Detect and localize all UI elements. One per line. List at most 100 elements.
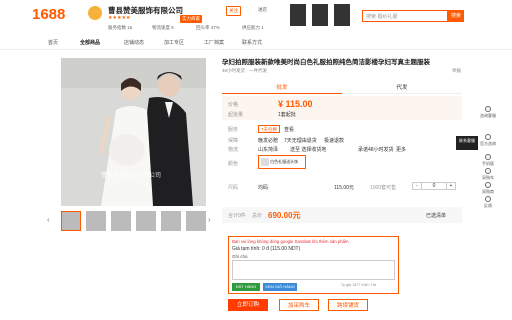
- ext-comment-textarea[interactable]: [232, 260, 395, 280]
- promo-thumb-1[interactable]: [290, 4, 306, 26]
- metric-supply: 供应能力 1: [242, 25, 264, 30]
- promo-thumb-2[interactable]: [312, 4, 328, 26]
- feedback-icon: [485, 196, 491, 202]
- service-more-link[interactable]: 查看: [284, 126, 294, 133]
- summary-total: 690.00元: [268, 211, 301, 220]
- qty-input[interactable]: 0: [422, 182, 446, 190]
- qty-minus-button[interactable]: -: [412, 182, 422, 190]
- selected-list-toggle[interactable]: 已选清单: [426, 212, 446, 219]
- ext-rate: Tỷ giá: 3477 Vnđ / 1 tệ: [341, 283, 377, 287]
- thumb-4[interactable]: [136, 211, 156, 231]
- shop-nav: 首页 全部商品 店铺动态 加工专区 工厂档案 联系方式: [0, 36, 512, 50]
- tab-dropship[interactable]: 代发: [342, 82, 462, 94]
- ext-add-button[interactable]: ĐẶT HÀNG: [232, 283, 260, 291]
- order-extension-panel: Bạn vui lòng không dùng google translate…: [228, 236, 399, 294]
- service-tag[interactable]: 7天包换: [258, 125, 281, 133]
- metric-service: 服务指数 16: [108, 25, 133, 30]
- ext-price-estimate: Giá tạm tính: 0 đ (115.00 NDT): [232, 246, 301, 252]
- tab-wholesale[interactable]: 批发: [222, 82, 342, 94]
- sidebar-item-cart[interactable]: 采购车: [478, 168, 498, 181]
- color-option-label: 白色礼服送头饰: [270, 159, 299, 165]
- purchase-tabs: 批发 代发: [222, 82, 462, 94]
- nav-processing[interactable]: 加工专区: [164, 39, 184, 46]
- cross-border-button[interactable]: 跨境铺货: [328, 299, 368, 311]
- buy-now-button[interactable]: 立即订购: [228, 299, 268, 311]
- size-price: 115.00元: [334, 185, 354, 191]
- tag-strength: 实力商家: [180, 15, 202, 23]
- sidebar-item-feedback[interactable]: 反馈: [478, 196, 498, 209]
- sidebar-item-official[interactable]: 官方咨询: [478, 134, 498, 147]
- size-stock: 1000套可售: [370, 185, 397, 191]
- guarantee-2: 7天无理由退货: [284, 138, 317, 144]
- metric-logistics: 物流速度 5: [152, 25, 174, 30]
- sidebar-tooltip: 联系客服: [456, 136, 478, 150]
- image-watermark: 曹县赞美服饰有限公司: [101, 173, 162, 179]
- guarantee-3: 极速退款: [324, 138, 345, 144]
- nav-factory[interactable]: 工厂档案: [204, 39, 224, 46]
- chat-icon: [485, 106, 491, 112]
- phone-icon: [485, 154, 491, 160]
- min-order-label: 起批量: [228, 112, 244, 118]
- color-label: 颜色: [228, 161, 239, 167]
- promo-thumb-3[interactable]: [334, 4, 350, 26]
- sidebar-item-service[interactable]: 咨询客服: [478, 106, 498, 119]
- ship-more[interactable]: 更多: [396, 146, 406, 153]
- headset-icon: [485, 134, 491, 140]
- search-input[interactable]: 搜索 婚纱礼服: [362, 10, 448, 22]
- ext-warning: Bạn vui lòng không dùng google translate…: [232, 239, 349, 244]
- thumb-2[interactable]: [86, 211, 106, 231]
- sidebar-item-label: 手机版: [482, 161, 494, 166]
- ext-cart-button[interactable]: XEM GIỎ HÀNG: [263, 283, 297, 291]
- thumb-3[interactable]: [111, 211, 131, 231]
- guarantee-1: 晚发必赔: [258, 138, 279, 144]
- top-bar: 1688 曹县赞美服饰有限公司 ★★★★★ 实力商家 关注 服务指数 16 物流…: [0, 0, 512, 34]
- size-value: 均码: [258, 185, 269, 191]
- thumbs-prev-icon[interactable]: ‹: [47, 215, 50, 224]
- product-title: 孕妇拍照服装新款唯美时尚白色礼服拍照纯色简洁影楼孕妇写真主题服装: [222, 59, 430, 66]
- metric-return: 回头率 47%: [196, 25, 220, 30]
- sidebar-item-label: 采购车: [482, 175, 494, 180]
- product-main-image[interactable]: 曹县赞美服饰有限公司: [61, 58, 206, 206]
- shop-avatar: [88, 6, 102, 20]
- sidebar-item-label: 官方咨询: [480, 141, 496, 146]
- sidebar-item-label: 咨询客服: [480, 113, 496, 118]
- nav-home[interactable]: 首页: [48, 39, 58, 46]
- add-to-cart-button[interactable]: 加采购车: [279, 299, 319, 311]
- ship-to-select[interactable]: 送至 选择收货地: [290, 146, 326, 153]
- sidebar-item-buyer[interactable]: 采购商: [478, 182, 498, 195]
- qty-plus-button[interactable]: +: [446, 182, 456, 190]
- follow-button[interactable]: 关注: [226, 6, 241, 16]
- service-label: 服务: [228, 127, 239, 133]
- enter-shop-link[interactable]: 进店: [256, 6, 269, 14]
- summary-total-label: 总价: [252, 213, 263, 219]
- price-box: [222, 96, 462, 120]
- nav-dynamics[interactable]: 店铺动态: [124, 39, 144, 46]
- thumbs-next-icon[interactable]: ›: [208, 215, 211, 224]
- ship-label: 物流: [228, 147, 239, 153]
- sidebar-item-label: 反馈: [484, 203, 492, 208]
- ext-comment-label: Ghi chú: [232, 254, 248, 259]
- ship-from: 山东菏泽: [258, 147, 279, 153]
- search-button[interactable]: 搜索: [448, 10, 464, 22]
- user-icon: [485, 182, 491, 188]
- site-logo[interactable]: 1688: [32, 6, 65, 23]
- nav-contact[interactable]: 联系方式: [242, 39, 262, 46]
- guarantee-label: 保障: [228, 138, 239, 144]
- ship-time: 承诺48小时发货: [358, 147, 394, 153]
- thumb-5[interactable]: [161, 211, 181, 231]
- shop-rating: ★★★★★: [108, 15, 131, 21]
- product-subtitle: 48小时发货 · 一件代发: [222, 68, 268, 73]
- thumb-6[interactable]: [186, 211, 206, 231]
- price-value: ¥ 115.00: [278, 99, 313, 109]
- sidebar-item-mobile[interactable]: 手机版: [478, 154, 498, 167]
- cart-icon: [485, 168, 491, 174]
- color-swatch-thumb: [261, 158, 269, 166]
- right-sidebar: 咨询客服 官方咨询 手机版 采购车 采购商 反馈: [478, 106, 498, 226]
- thumb-1[interactable]: [61, 211, 81, 231]
- sidebar-item-label: 采购商: [482, 189, 494, 194]
- min-order-value: 1套起批: [278, 112, 296, 118]
- color-option-white[interactable]: 白色礼服送头饰: [258, 155, 306, 169]
- report-link[interactable]: 举报: [452, 68, 461, 74]
- price-label: 价格: [228, 102, 239, 108]
- nav-all-products[interactable]: 全部商品: [80, 39, 100, 46]
